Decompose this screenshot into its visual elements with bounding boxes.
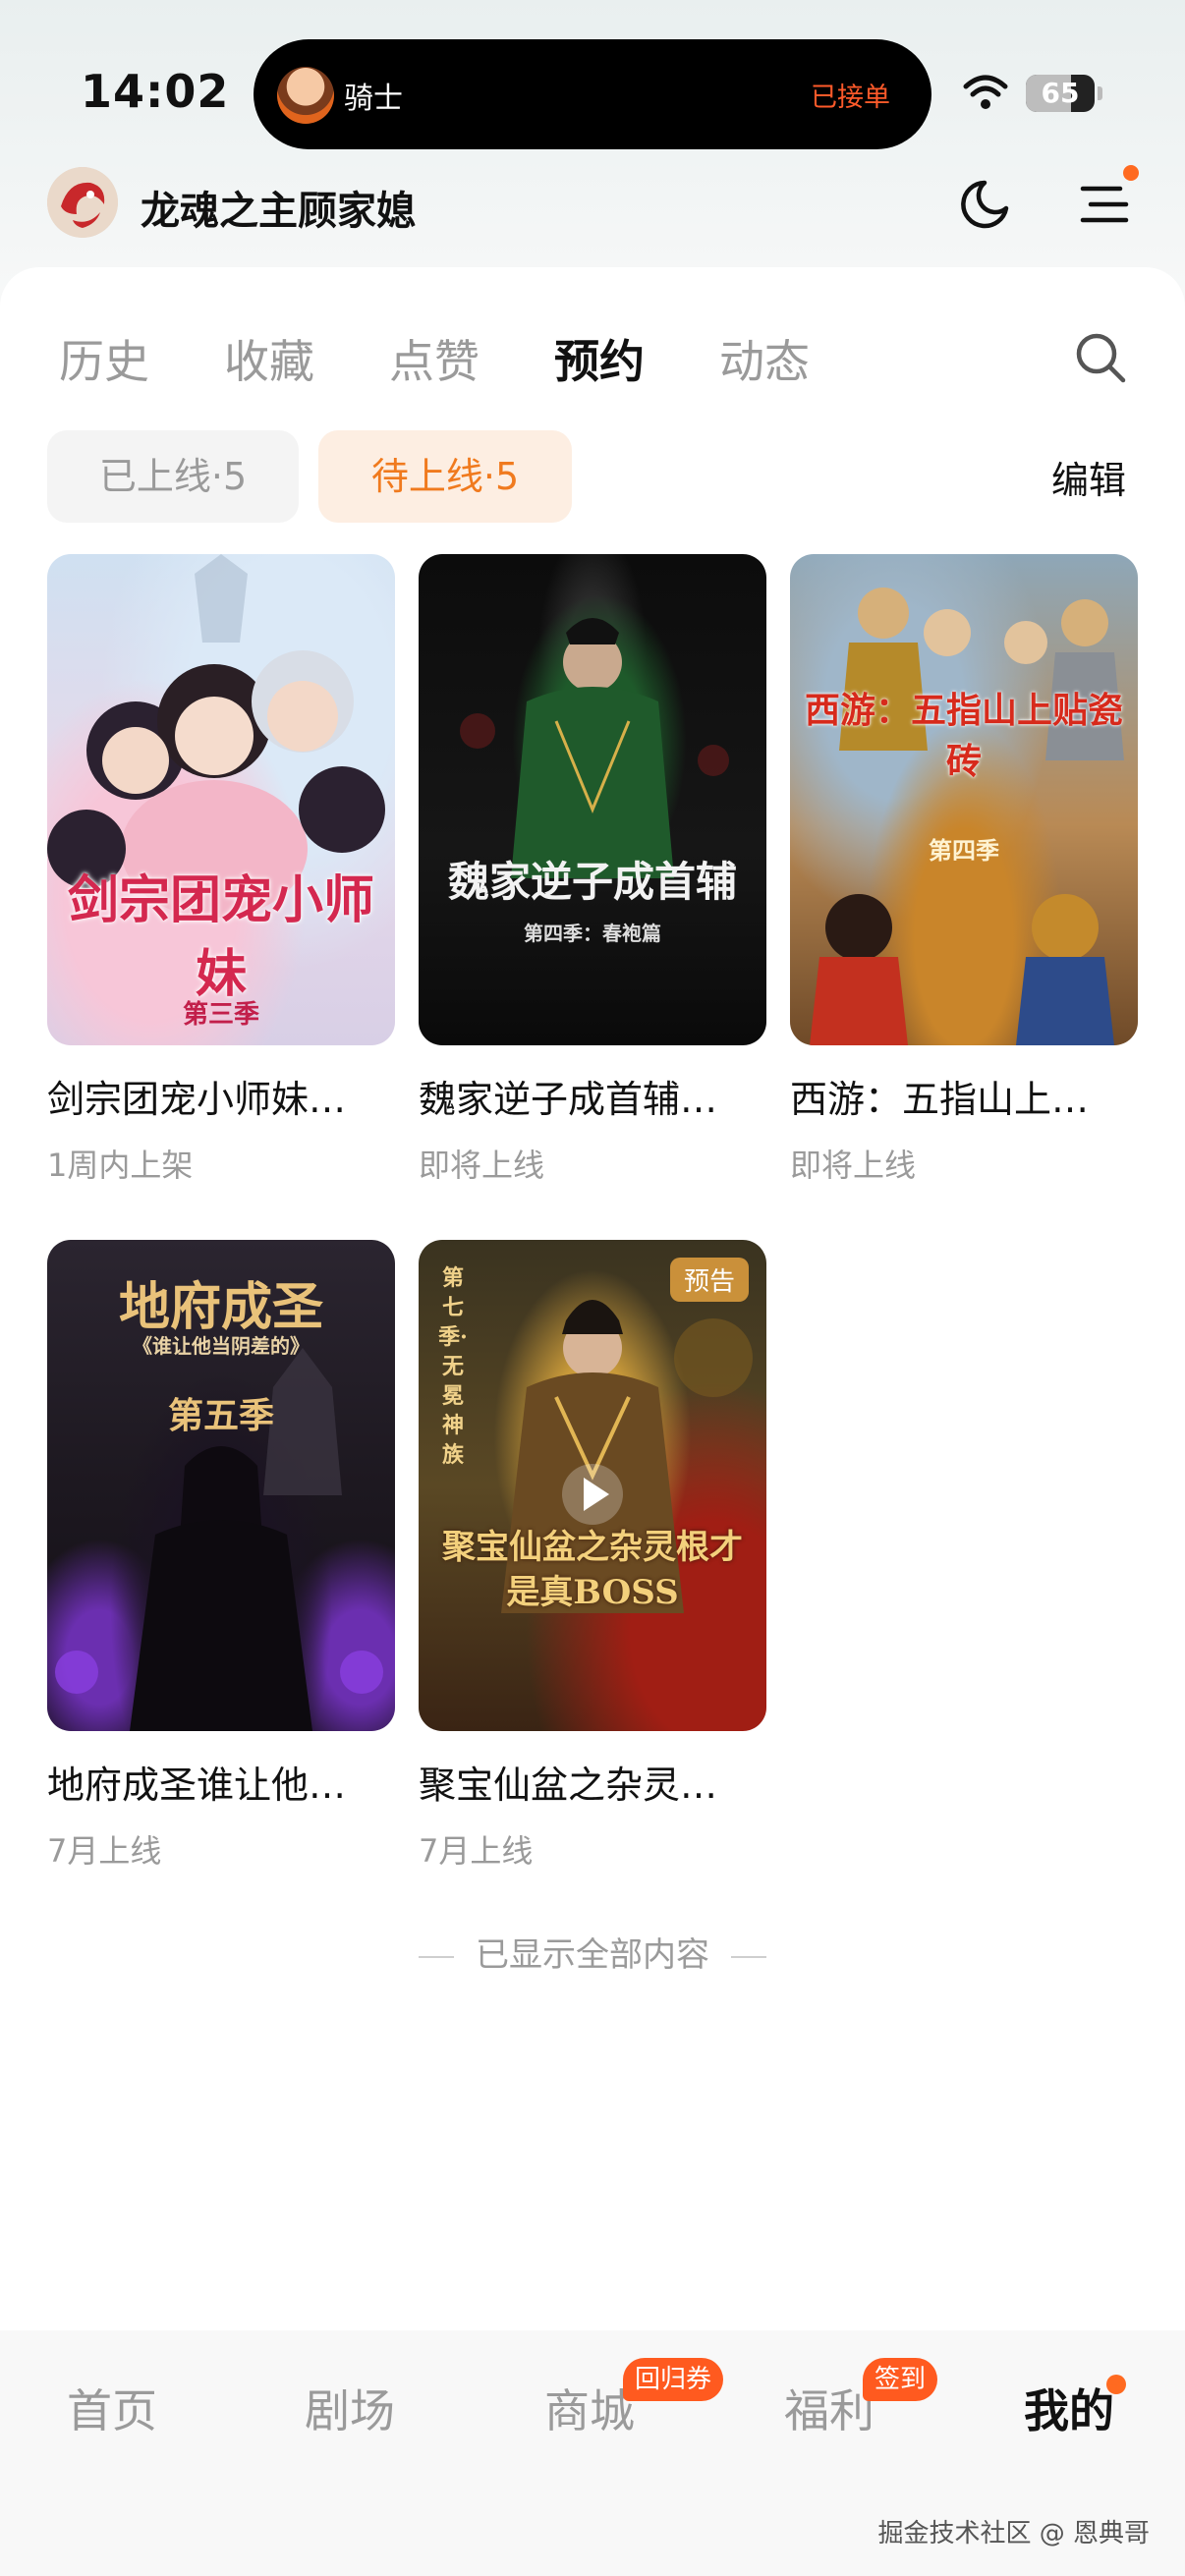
bottom-navigation: 首页 剧场 商城 回归券 福利 签到 我的 掘金技术社区 @ 恩典哥 — [0, 2330, 1185, 2576]
poster-image[interactable]: 第七季·无冕神族 聚宝仙盆之杂灵根才是真BOSS 预告 — [419, 1240, 766, 1731]
preview-badge: 预告 — [669, 1258, 749, 1302]
dragon-avatar-art — [47, 167, 118, 238]
watermark-text: 掘金技术社区 @ 恩典哥 — [877, 2519, 1150, 2548]
list-item[interactable]: 魏家逆子成首辅 第四季：春袍篇 魏家逆子成首辅… 即将上线 — [419, 554, 766, 1186]
poster-art — [810, 588, 1124, 1045]
poster-title-art: 魏家逆子成首辅 — [447, 858, 737, 906]
menu-icon[interactable] — [1077, 175, 1132, 234]
status-bar: 14:02 骑士 已接单 65 — [0, 0, 1185, 149]
filter-upcoming[interactable]: 待上线·5 — [318, 430, 572, 523]
item-title: 地府成圣谁让他… — [47, 1764, 347, 1807]
rider-avatar — [277, 67, 334, 124]
menu-notification-dot — [1123, 165, 1139, 181]
nav-mall[interactable]: 商城 — [544, 2376, 635, 2440]
user-avatar[interactable] — [47, 167, 118, 238]
tab-favorites[interactable]: 收藏 — [224, 326, 314, 391]
poster-image[interactable]: 剑宗团宠小师妹 第三季 — [47, 554, 395, 1045]
battery-tip — [1098, 86, 1102, 100]
item-release-status: 1周内上架 — [47, 1147, 194, 1184]
live-activity-status: 已接单 — [811, 83, 890, 113]
username: 龙魂之主顾家媳 — [141, 189, 416, 234]
tab-likes[interactable]: 点赞 — [389, 326, 480, 391]
item-title: 魏家逆子成首辅… — [419, 1078, 718, 1121]
poster-art — [460, 618, 729, 878]
list-item[interactable]: 第七季·无冕神族 聚宝仙盆之杂灵根才是真BOSS 预告 聚宝仙盆之杂灵… 7月上… — [419, 1240, 766, 1872]
divider-right — [731, 1955, 766, 1958]
content-panel: 历史 收藏 点赞 预约 动态 已上线·5 待上线·5 编辑 剑宗团宠小师妹 第三… — [0, 267, 1185, 2330]
divider-left — [419, 1955, 454, 1958]
poster-season-art: 第四季：春袍篇 — [524, 922, 661, 945]
item-title: 西游：五指山上… — [790, 1078, 1090, 1121]
poster-image[interactable]: 魏家逆子成首辅 第四季：春袍篇 — [419, 554, 766, 1045]
poster-season-art: 第三季 — [182, 1000, 259, 1030]
list-item[interactable]: 地府成圣 《谁让他当阴差的》 第五季 地府成圣谁让他… 7月上线 — [47, 1240, 395, 1872]
mine-notification-dot — [1106, 2375, 1126, 2394]
wifi-icon — [963, 75, 1008, 109]
mall-coupon-badge: 回归券 — [623, 2358, 724, 2401]
nav-mine[interactable]: 我的 — [1024, 2376, 1114, 2440]
nav-home[interactable]: 首页 — [67, 2376, 157, 2440]
poster-season-art: 第五季 — [167, 1395, 274, 1436]
moon-icon[interactable] — [955, 175, 1014, 234]
item-release-status: 7月上线 — [47, 1832, 162, 1870]
item-release-status: 即将上线 — [419, 1147, 545, 1184]
poster-season-art: 第四季 — [929, 836, 999, 865]
nav-welfare[interactable]: 福利 — [784, 2376, 875, 2440]
live-activity-name: 骑士 — [344, 82, 403, 116]
edit-button[interactable]: 编辑 — [1051, 450, 1126, 504]
play-icon[interactable] — [560, 1462, 625, 1527]
tab-updates[interactable]: 动态 — [719, 326, 810, 391]
item-release-status: 7月上线 — [419, 1832, 534, 1870]
poster-image[interactable]: 地府成圣 《谁让他当阴差的》 第五季 — [47, 1240, 395, 1731]
filter-online[interactable]: 已上线·5 — [47, 430, 299, 523]
tab-history[interactable]: 历史 — [59, 326, 149, 391]
tab-reservations[interactable]: 预约 — [554, 326, 645, 391]
poster-title-art: 剑宗团宠小师妹 — [67, 870, 374, 1004]
poster-title-art: 地府成圣 — [118, 1277, 323, 1337]
battery-indicator: 65 — [1026, 75, 1095, 112]
end-of-list-note: 已显示全部内容 — [0, 1928, 1185, 1976]
end-note-text: 已显示全部内容 — [476, 1935, 709, 1975]
dynamic-island-live-activity[interactable]: 骑士 已接单 — [254, 39, 931, 149]
poster-title-art: 西游：五指山上贴瓷砖 — [804, 690, 1123, 782]
tab-bar: 历史 收藏 点赞 预约 动态 — [0, 326, 1185, 405]
item-title: 聚宝仙盆之杂灵… — [419, 1764, 718, 1807]
nav-theater[interactable]: 剧场 — [305, 2376, 395, 2440]
item-title: 剑宗团宠小师妹… — [47, 1078, 347, 1121]
list-item[interactable]: 西游：五指山上贴瓷砖 第四季 西游：五指山上… 即将上线 — [790, 554, 1138, 1186]
poster-subtitle-art: 《谁让他当阴差的》 — [133, 1334, 310, 1358]
welfare-checkin-badge: 签到 — [863, 2358, 938, 2401]
battery-percent: 65 — [1041, 77, 1080, 109]
status-time: 14:02 — [81, 65, 230, 118]
poster-title-art: 聚宝仙盆之杂灵根才是真BOSS — [442, 1528, 743, 1612]
poster-side-text-art: 第七季·无冕神族 — [438, 1265, 468, 1468]
search-icon[interactable] — [1073, 330, 1128, 385]
item-release-status: 即将上线 — [790, 1147, 917, 1184]
list-item[interactable]: 剑宗团宠小师妹 第三季 剑宗团宠小师妹… 1周内上架 — [47, 554, 395, 1186]
profile-header: 龙魂之主顾家媳 — [0, 157, 1185, 255]
poster-image[interactable]: 西游：五指山上贴瓷砖 第四季 — [790, 554, 1138, 1045]
